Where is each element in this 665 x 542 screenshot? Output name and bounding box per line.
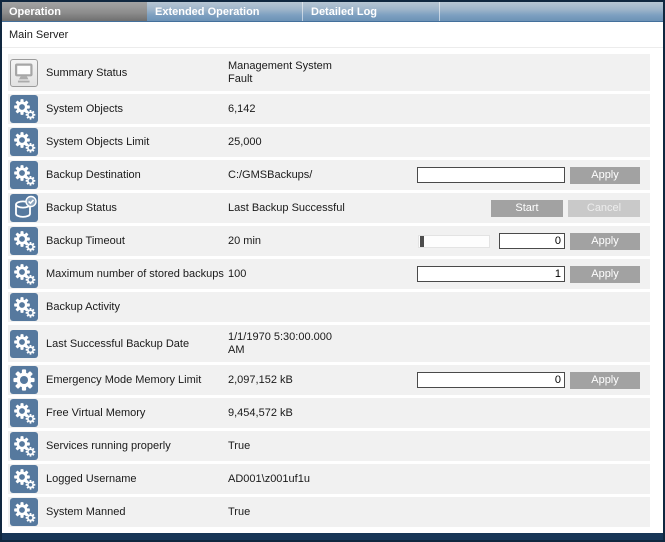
row-controls: Apply — [417, 266, 640, 283]
tab-bar: Operation Extended Operation Detailed Lo… — [2, 2, 663, 22]
start-button[interactable]: Start — [491, 200, 563, 217]
tab-operation-label: Operation — [9, 6, 61, 18]
tab-extended-operation[interactable]: Extended Operation — [147, 2, 303, 21]
gears-icon — [10, 161, 38, 189]
row-system-manned: System Manned True — [8, 497, 650, 527]
gears-icon — [10, 399, 38, 427]
gear-icon — [10, 366, 38, 394]
row-label: System Objects Limit — [46, 136, 228, 148]
row-label: Free Virtual Memory — [46, 407, 228, 419]
main-window: Operation Extended Operation Detailed Lo… — [0, 0, 665, 542]
gears-icon — [10, 330, 38, 358]
tab-extended-operation-label: Extended Operation — [155, 6, 260, 18]
gears-icon — [10, 260, 38, 288]
max-stored-backups-input[interactable] — [417, 266, 565, 282]
window-bottom-bar — [2, 533, 663, 540]
tab-operation[interactable]: Operation — [2, 2, 147, 21]
apply-button[interactable]: Apply — [570, 167, 640, 184]
row-backup-destination: Backup Destination C:/GMSBackups/ Apply — [8, 160, 650, 190]
apply-button[interactable]: Apply — [570, 266, 640, 283]
gears-icon — [10, 498, 38, 526]
gears-icon — [10, 95, 38, 123]
row-controls: Start Cancel — [491, 200, 640, 217]
gears-icon — [10, 128, 38, 156]
row-logged-username: Logged Username AD001\z001uf1u — [8, 464, 650, 494]
tab-bar-filler — [440, 2, 663, 21]
apply-button[interactable]: Apply — [570, 233, 640, 250]
row-value: C:/GMSBackups/ — [228, 169, 378, 182]
row-value: AD001\z001uf1u — [228, 473, 378, 486]
database-check-icon — [10, 194, 38, 222]
row-label: Logged Username — [46, 473, 228, 485]
gears-icon — [10, 465, 38, 493]
row-summary-status: Summary Status Management System Fault — [8, 54, 650, 91]
row-label: Services running properly — [46, 440, 228, 452]
page-header: Main Server — [2, 22, 663, 48]
row-controls: Apply — [418, 233, 640, 250]
row-label: System Manned — [46, 506, 228, 518]
apply-button[interactable]: Apply — [570, 372, 640, 389]
row-value: 100 — [228, 268, 378, 281]
row-value: 9,454,572 kB — [228, 407, 378, 420]
row-emergency-mode-memory-limit: Emergency Mode Memory Limit 2,097,152 kB… — [8, 365, 650, 395]
row-label: Backup Status — [46, 202, 228, 214]
backup-timeout-input[interactable] — [499, 233, 565, 249]
computer-icon — [10, 59, 38, 87]
row-label: System Objects — [46, 103, 228, 115]
row-value: 20 min — [228, 235, 378, 248]
row-value: Management System Fault — [228, 60, 378, 86]
row-backup-status: Backup Status Last Backup Successful Sta… — [8, 193, 650, 223]
row-controls: Apply — [417, 372, 640, 389]
row-free-virtual-memory: Free Virtual Memory 9,454,572 kB — [8, 398, 650, 428]
row-label: Emergency Mode Memory Limit — [46, 374, 228, 386]
row-label: Summary Status — [46, 67, 228, 79]
row-value: 1/1/1970 5:30:00.000 AM — [228, 331, 378, 357]
row-max-stored-backups: Maximum number of stored backups 100 App… — [8, 259, 650, 289]
backup-destination-input[interactable] — [417, 167, 565, 183]
row-backup-timeout: Backup Timeout 20 min Apply — [8, 226, 650, 256]
slider-handle[interactable] — [420, 236, 424, 247]
page-title: Main Server — [9, 29, 68, 41]
row-services-running-properly: Services running properly True — [8, 431, 650, 461]
row-value: Last Backup Successful — [228, 202, 378, 215]
gears-icon — [10, 293, 38, 321]
gears-icon — [10, 227, 38, 255]
tab-detailed-log[interactable]: Detailed Log — [303, 2, 440, 21]
row-controls: Apply — [417, 167, 640, 184]
row-system-objects-limit: System Objects Limit 25,000 — [8, 127, 650, 157]
backup-timeout-slider[interactable] — [418, 235, 490, 248]
row-label: Maximum number of stored backups — [46, 268, 228, 280]
gears-icon — [10, 432, 38, 460]
row-value: 2,097,152 kB — [228, 374, 378, 387]
cancel-button[interactable]: Cancel — [568, 200, 640, 217]
row-label: Backup Timeout — [46, 235, 228, 247]
row-label: Backup Destination — [46, 169, 228, 181]
row-value: True — [228, 506, 378, 519]
emergency-memory-limit-input[interactable] — [417, 372, 565, 388]
row-value: 25,000 — [228, 136, 378, 149]
row-value: True — [228, 440, 378, 453]
row-label: Backup Activity — [46, 301, 228, 313]
row-value: 6,142 — [228, 103, 378, 116]
row-last-successful-backup-date: Last Successful Backup Date 1/1/1970 5:3… — [8, 325, 650, 362]
tab-detailed-log-label: Detailed Log — [311, 6, 377, 18]
row-system-objects: System Objects 6,142 — [8, 94, 650, 124]
row-label: Last Successful Backup Date — [46, 338, 228, 350]
row-backup-activity: Backup Activity — [8, 292, 650, 322]
property-rows: Summary Status Management System Fault S… — [2, 54, 663, 527]
